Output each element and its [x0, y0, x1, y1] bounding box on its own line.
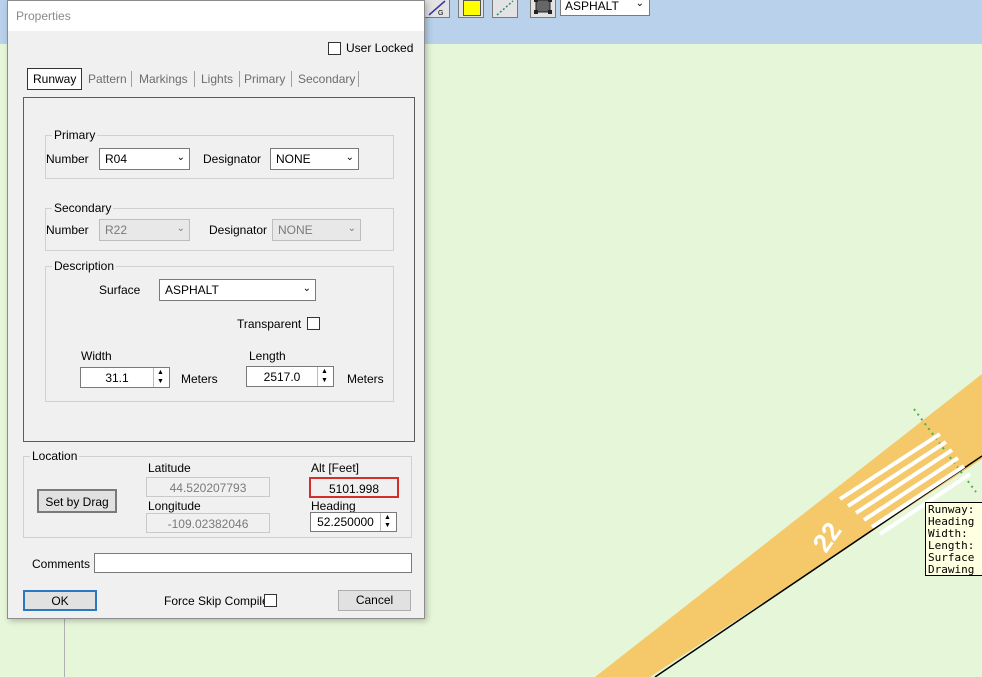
color-swatch-button[interactable] [458, 0, 484, 18]
tab-divider [358, 71, 359, 87]
tab-secondary[interactable]: Secondary [298, 68, 355, 90]
secondary-designator-value: NONE [278, 223, 313, 237]
heading-value: 52.250000 [317, 515, 374, 529]
location-group-title: Location [30, 449, 80, 463]
primary-number-select[interactable]: R04 ⌄ [99, 148, 190, 170]
length-value: 2517.0 [263, 370, 301, 384]
surface-value: ASPHALT [165, 283, 219, 297]
chevron-down-icon: ⌄ [176, 152, 185, 163]
spin-up-icon[interactable]: ▲ [384, 514, 391, 521]
tab-divider [194, 71, 195, 87]
runway-info-tooltip: Runway: Heading Width: Length: Surface D… [925, 502, 982, 576]
surface-type-select[interactable]: ASPHALT ⌄ [560, 0, 650, 16]
surface-label: Surface [99, 283, 141, 297]
length-label: Length [249, 349, 286, 363]
tab-markings[interactable]: Markings [139, 68, 188, 90]
primary-number-value: R04 [105, 152, 128, 166]
heading-spin-buttons[interactable]: ▲ ▼ [380, 513, 396, 531]
primary-designator-select[interactable]: NONE ⌄ [270, 148, 359, 170]
secondary-number-label: Number [46, 223, 89, 237]
longitude-field: -109.02382046 [146, 513, 270, 533]
line-tool-icon: G [428, 0, 446, 17]
heading-label: Heading [311, 499, 356, 513]
draw-line-tool-button[interactable]: G [424, 0, 450, 18]
runway-tab-panel: Primary Number R04 ⌄ Designator NONE ⌄ S… [23, 97, 415, 442]
spin-down-icon[interactable]: ▼ [384, 522, 391, 529]
comments-input[interactable] [94, 553, 412, 573]
ok-button[interactable]: OK [23, 590, 97, 611]
length-unit-label: Meters [347, 372, 384, 386]
secondary-number-value: R22 [105, 223, 128, 237]
properties-dialog: Properties User Locked Runway Pattern Ma… [7, 0, 425, 619]
dialog-title: Properties [16, 9, 71, 23]
width-label: Width [81, 349, 112, 363]
secondary-number-select: R22 ⌄ [99, 219, 190, 241]
comments-label: Comments [32, 557, 91, 571]
length-spin-buttons[interactable]: ▲ ▼ [317, 367, 333, 386]
width-spinner[interactable]: 31.1 ▲ ▼ [80, 367, 170, 388]
tab-divider [291, 71, 292, 87]
width-spin-buttons[interactable]: ▲ ▼ [153, 368, 169, 387]
latitude-field: 44.520207793 [146, 477, 270, 497]
heading-spinner[interactable]: 52.250000 ▲ ▼ [310, 512, 397, 532]
yellow-swatch-icon [463, 0, 481, 16]
primary-designator-value: NONE [276, 152, 311, 166]
force-skip-compile-label: Force Skip Compile [164, 594, 269, 608]
force-skip-compile-checkbox[interactable] [264, 594, 277, 607]
runway-surface [595, 374, 982, 677]
transparent-checkbox[interactable] [307, 317, 320, 330]
description-group-title: Description [52, 259, 117, 273]
tab-runway[interactable]: Runway [27, 68, 83, 90]
width-unit-label: Meters [181, 372, 218, 386]
spin-down-icon[interactable]: ▼ [321, 377, 328, 384]
chevron-down-icon: ⌄ [345, 152, 354, 163]
set-by-drag-button[interactable]: Set by Drag [37, 489, 117, 513]
chevron-down-icon: ⌄ [347, 223, 356, 234]
primary-designator-label: Designator [203, 152, 262, 166]
surface-select[interactable]: ASPHALT ⌄ [159, 279, 316, 301]
spin-up-icon[interactable]: ▲ [321, 368, 328, 375]
surface-tool-button[interactable] [530, 0, 556, 18]
primary-group-title: Primary [52, 128, 98, 142]
svg-text:G: G [438, 10, 443, 17]
alt-label: Alt [Feet] [311, 461, 360, 475]
secondary-designator-select: NONE ⌄ [272, 219, 361, 241]
dashed-line-icon [496, 0, 514, 16]
chevron-down-icon: ⌄ [635, 0, 644, 9]
chevron-down-icon: ⌄ [176, 223, 185, 234]
transparent-label: Transparent [237, 317, 302, 331]
spin-down-icon[interactable]: ▼ [157, 378, 164, 385]
secondary-group-title: Secondary [52, 201, 114, 215]
spin-up-icon[interactable]: ▲ [157, 369, 164, 376]
longitude-label: Longitude [148, 499, 201, 513]
surface-select-value: ASPHALT [565, 0, 619, 13]
ruler-line [64, 619, 65, 677]
dashed-line-tool-button[interactable] [492, 0, 518, 18]
user-locked-checkbox[interactable] [328, 42, 341, 55]
tab-divider [239, 71, 240, 87]
length-spinner[interactable]: 2517.0 ▲ ▼ [246, 366, 334, 387]
cancel-button[interactable]: Cancel [338, 590, 411, 611]
tab-primary[interactable]: Primary [244, 68, 285, 90]
primary-number-label: Number [46, 152, 89, 166]
chevron-down-icon: ⌄ [302, 283, 311, 294]
altitude-field[interactable]: 5101.998 [309, 477, 399, 498]
width-value: 31.1 [105, 371, 129, 385]
user-locked-label: User Locked [346, 41, 414, 55]
secondary-designator-label: Designator [209, 223, 268, 237]
surface-shape-icon [534, 0, 552, 14]
tab-lights[interactable]: Lights [201, 68, 233, 90]
tab-divider [131, 71, 132, 87]
tab-pattern[interactable]: Pattern [88, 68, 127, 90]
latitude-label: Latitude [148, 461, 191, 475]
tooltip-line: Drawing [928, 563, 975, 576]
